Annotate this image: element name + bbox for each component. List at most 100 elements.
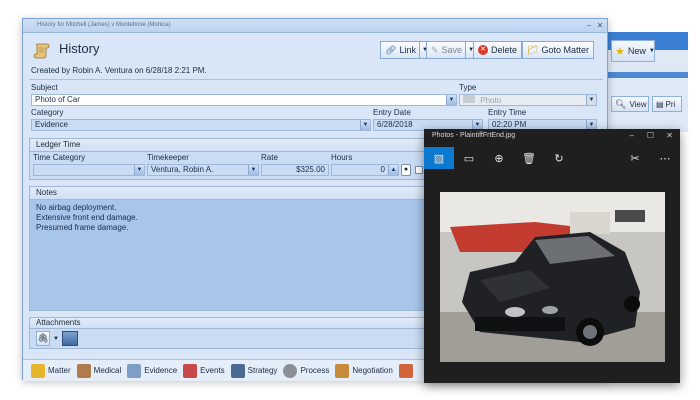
new-button-label: New [627,46,646,56]
entry-date-label: Entry Date [373,108,411,117]
nav-events-label: Events [200,366,225,375]
hours-value: 0 [380,165,385,174]
evidence-icon [127,363,142,378]
link-icon: 🔗︎ [385,44,397,55]
category-dropdown-icon[interactable]: ▼ [360,120,370,130]
window-title: History for Mitchell (James) v Montebose… [37,22,171,28]
printer-icon: ▤ [656,99,664,109]
nav-more[interactable] [398,363,413,378]
goto-matter-button[interactable]: 📁︎ Goto Matter [522,41,594,59]
nav-evidence[interactable]: Evidence [127,363,177,378]
nav-negotiation[interactable]: Negotiation [335,363,393,378]
type-field[interactable]: Photo ▼ [459,94,597,106]
subject-label: Subject [31,83,58,92]
close-button[interactable]: ✕ [595,21,605,31]
page-title: History [59,41,100,56]
minimize-button[interactable]: ‒ [630,131,634,140]
folder-icon: 📁︎ [527,44,539,55]
trash-icon[interactable]: 🗑︎ [514,147,544,169]
star-icon: ★ [615,45,625,58]
folder-icon [31,363,45,378]
close-button[interactable]: ✕ [666,131,673,140]
time-category-field[interactable]: ▼ [33,164,145,176]
view-button-label: View [629,99,647,109]
nav-strategy[interactable]: Strategy [230,363,277,378]
print-button[interactable]: ▤ Pri [652,96,682,112]
nav-medical-label: Medical [93,366,122,375]
timekeeper-field[interactable]: Ventura, Robin A. ▼ [147,164,259,176]
subject-field[interactable]: Photo of Car ▼ [31,94,457,106]
car-photo [440,192,665,362]
type-dropdown-icon[interactable]: ▼ [586,95,596,105]
timekeeper-dropdown-icon[interactable]: ▼ [248,165,258,175]
magnifier-icon: 🔍︎ [615,98,627,109]
paperclip-icon[interactable]: 🖇︎ [36,331,50,346]
type-value: Photo [480,96,502,105]
money-bag-icon [398,363,413,378]
delete-button-label: Delete [491,45,518,55]
nav-matter[interactable]: Matter [31,363,71,378]
goto-matter-button-label: Goto Matter [541,45,589,55]
nav-medical[interactable]: Medical [76,363,122,378]
rate-value: $325.00 [296,165,325,174]
entry-time-label: Entry Time [488,108,527,117]
calendar-icon [183,363,198,378]
rate-field[interactable]: $325.00 [261,164,329,176]
link-button[interactable]: 🔗︎ Link ▼ [380,41,433,59]
scroll-icon [33,43,50,59]
type-label: Type [459,83,477,92]
nav-negotiation-label: Negotiation [352,366,393,375]
time-category-label: Time Category [33,153,86,162]
slideshow-icon[interactable]: ▭ [454,147,484,169]
print-button-label: Pri [665,99,676,109]
hours-field[interactable]: 0 ▲ [331,164,399,176]
nav-process[interactable]: Process [283,363,330,378]
hours-label: Hours [331,153,353,162]
notes-line: Extensive front end damage. [36,213,138,222]
save-button[interactable]: ✎ Save ▼ [426,41,480,59]
strategy-icon [230,363,245,378]
photos-window: Photos - PlaintiffFrtEnd.jpg ‒ ☐ ✕ ▨ ▭ ⊕… [424,129,680,383]
photos-title: Photos - PlaintiffFrtEnd.jpg [432,132,516,139]
notes-line: Presumed frame damage. [36,223,129,232]
time-category-dropdown-icon[interactable]: ▼ [134,165,144,175]
category-label: Category [31,108,64,117]
handshake-icon [335,363,350,378]
maximize-button[interactable]: ☐ [647,131,654,140]
view-button[interactable]: 🔍︎ View [611,96,649,112]
attachment-dropdown-icon[interactable]: ▼ [53,336,59,342]
attachments-header: Attachments [30,318,432,329]
more-icon[interactable]: ⋯ [650,147,680,169]
delete-button[interactable]: ✕ Delete [473,41,523,59]
category-value: Evidence [35,120,68,129]
created-by-text: Created by Robin A. Ventura on 6/28/18 2… [31,66,207,75]
rotate-icon[interactable]: ↻ [544,147,574,169]
timekeeper-value: Ventura, Robin A. [151,165,214,174]
entry-date-value: 6/28/2018 [377,120,413,129]
rate-label: Rate [261,153,278,162]
subject-dropdown-icon[interactable]: ▼ [446,95,456,105]
notes-section[interactable]: Notes No airbag deployment. Extensive fr… [29,186,433,311]
category-field[interactable]: Evidence ▼ [31,119,371,131]
image-icon[interactable]: ▨ [424,147,454,169]
image-attachment-icon[interactable] [61,331,78,346]
nav-events[interactable]: Events [183,363,225,378]
minimize-button[interactable]: ‒ [584,21,594,31]
new-button[interactable]: ★ New ▼ [611,40,655,62]
gear-icon [283,363,298,378]
subject-value: Photo of Car [35,95,80,104]
entry-time-value: 02:20 PM [492,120,527,129]
timer-icon[interactable]: ● [401,164,411,176]
attachments-section: Attachments 🖇︎ ▼ [29,317,433,349]
divider [29,79,603,80]
edit-icon[interactable]: ✂ [620,147,650,169]
link-button-label: Link [399,45,416,55]
zoom-icon[interactable]: ⊕ [484,147,514,169]
hours-spinner-icon[interactable]: ▲ [388,165,398,175]
timekeeper-label: Timekeeper [147,153,189,162]
window-titlebar: History for Mitchell (James) v Montebose… [23,19,607,33]
nav-process-label: Process [300,366,330,375]
photo-type-icon [463,95,475,103]
billable-checkbox[interactable] [415,166,423,174]
medical-icon [76,363,91,378]
